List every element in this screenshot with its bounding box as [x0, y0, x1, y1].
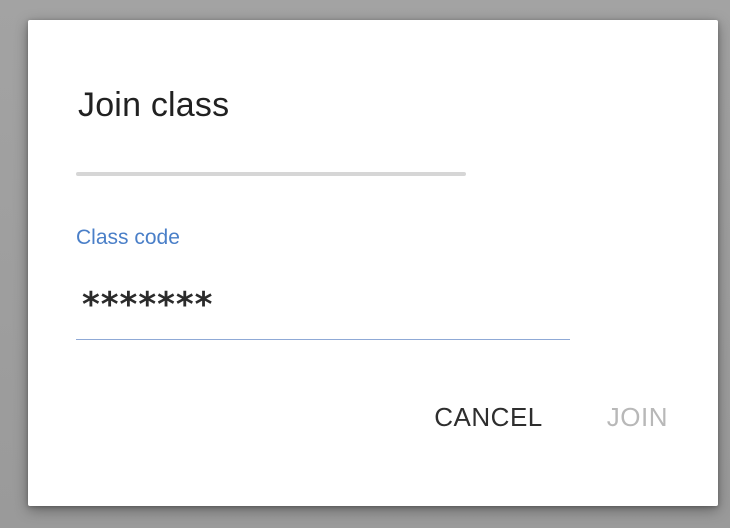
join-button[interactable]: JOIN	[607, 402, 668, 433]
dialog-title: Join class	[78, 86, 230, 124]
class-code-input[interactable]	[76, 270, 570, 340]
dialog-actions: CANCEL JOIN	[434, 402, 668, 433]
join-class-dialog: Join class Class code CANCEL JOIN	[28, 20, 718, 506]
title-divider	[76, 172, 466, 176]
cancel-button[interactable]: CANCEL	[434, 402, 542, 433]
class-code-label: Class code	[76, 226, 180, 249]
